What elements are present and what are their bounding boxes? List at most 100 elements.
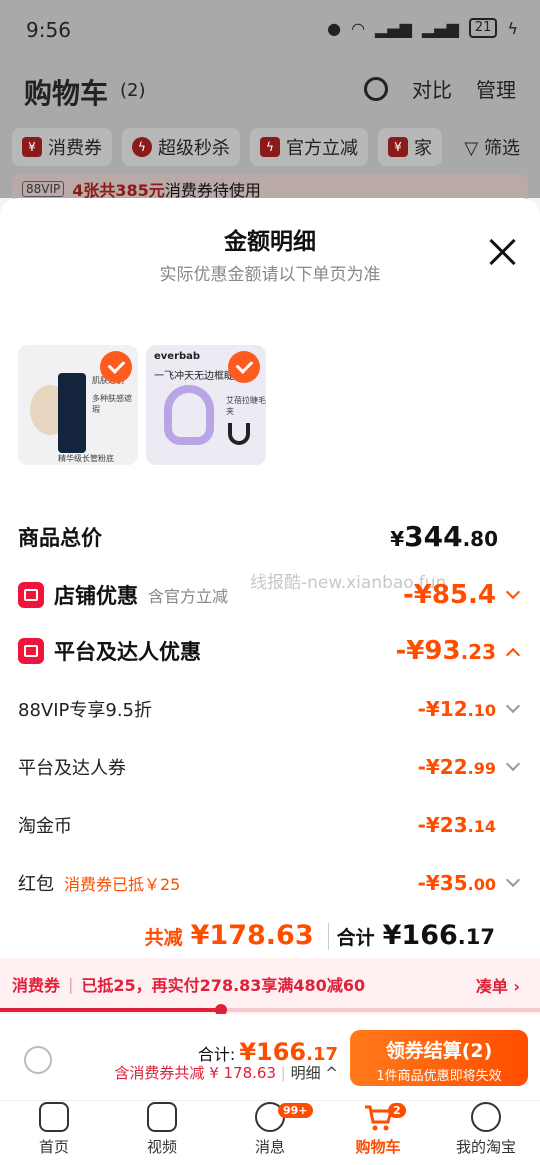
detail-value: -¥35.00 [417,871,496,895]
coupon-icon: ¥ [388,137,408,157]
battery-icon: 21 [468,18,498,38]
tab-video[interactable]: 视频 [108,1101,216,1165]
lightning-icon: ϟ [132,137,152,157]
search-icon[interactable] [364,76,388,101]
eyelash-curler-image [164,385,214,445]
close-icon[interactable] [488,238,516,266]
detail-label: 88VIP专享9.5折 [18,700,153,721]
total-goods-amount: ¥344.80 [390,520,498,553]
curler-pad-image [228,423,250,445]
platform-discount-row[interactable]: 平台及达人优惠 -¥93.23 [18,636,522,666]
product-thumb-curler[interactable]: everbab 一飞冲天无边框睫 艾蓓拉睫毛夹 [146,345,266,465]
shop-icon [18,582,44,608]
progress-fill [0,1008,222,1012]
tab-profile[interactable]: 我的淘宝 [432,1101,540,1165]
sheet-title: 金额明细 [224,229,316,255]
checkout-button[interactable]: 领券结算(2) 1件商品优惠即将失效 [350,1030,528,1086]
product-brand: everbab [154,351,201,362]
chip-coupon[interactable]: ¥ 消费券 [12,128,112,166]
chevron-down-icon[interactable] [505,584,521,600]
shop-discount-note: 含官方立减 [148,587,229,606]
tab-home[interactable]: 首页 [0,1101,108,1165]
header-actions: 对比 管理 [364,74,516,103]
coupon-progress-bar [0,1004,540,1016]
lightning-icon: ϟ [260,137,280,157]
total-reduce-value: ¥178.63 [190,920,314,951]
total-sum-label: 合计 [327,923,375,950]
total-sum-value: ¥166.17 [382,920,495,951]
cart-badge: 2 [388,1103,406,1118]
chip-flash-sale[interactable]: ϟ 超级秒杀 [122,128,240,166]
total-goods-label: 商品总价 [18,525,102,550]
product-text: 艾蓓拉睫毛夹 [226,396,266,416]
home-icon [39,1102,69,1132]
chevron-down-icon[interactable] [505,756,521,772]
filter-button[interactable]: ▽ 筛选 [464,134,520,160]
sheet-subtitle: 实际优惠金额请以下单页为准 [159,265,381,285]
filter-chips: ¥ 消费券 ϟ 超级秒杀 ϟ 官方立减 ¥ 家 [12,128,442,166]
chip-home[interactable]: ¥ 家 [378,128,442,166]
platform-discount-label: 平台及达人优惠 [54,640,201,664]
status-icons: ● ◠ ▂▄▆ ▂▄▆ 21 ϟ [327,18,518,38]
add-items-link[interactable]: 凑单 › [476,973,520,997]
amount-detail-sheet: 金额明细 实际优惠金额请以下单页为准 肌肤之钥 多种肤感遮瑕 精华级长管粉底 e… [0,198,540,958]
shop-discount-label: 店铺优惠 [54,584,138,608]
chevron-up-icon[interactable]: ^ [325,1064,338,1082]
product-thumb-foundation[interactable]: 肌肤之钥 多种肤感遮瑕 精华级长管粉底 [18,345,138,465]
product-slogan: 多种肤感遮瑕 [92,394,132,414]
shop-discount-value: -¥85.4 [402,580,496,610]
cart-count: (2) [120,80,146,101]
detail-row-coins: 淘金币 -¥23.14 [18,812,522,838]
vip-tag: 88VIP [22,181,65,197]
filter-icon: ▽ [464,138,479,159]
shop-discount-row[interactable]: 店铺优惠 含官方立减 -¥85.4 [18,580,522,610]
coupon-icon [18,638,44,664]
status-time: 9:56 [26,18,71,42]
bottom-tab-bar: 首页 视频 99+ 消息 2 购物车 我的淘宝 [0,1100,540,1165]
tab-cart[interactable]: 2 购物车 [324,1101,432,1165]
message-badge: 99+ [278,1103,313,1118]
profile-icon [471,1102,501,1132]
manage-button[interactable]: 管理 [476,74,516,103]
total-goods-row: 商品总价 ¥344.80 [18,520,522,553]
selected-check-icon[interactable] [100,351,132,383]
page-title: 购物车 [24,77,109,110]
detail-row-platform-coupon[interactable]: 平台及达人券 -¥22.99 [18,754,522,780]
tab-messages[interactable]: 99+ 消息 [216,1101,324,1165]
charging-icon: ϟ [507,18,518,38]
chevron-down-icon[interactable] [505,872,521,888]
foundation-bottle [58,373,86,453]
coupon-text: 已抵25，再实付278.83享满480减60 [81,976,366,995]
select-all-checkbox[interactable] [24,1046,52,1074]
sheet-totals: 共减 ¥178.63 合计 ¥166.17 [145,920,495,951]
checkout-sub: 含消费券共减 ¥ 178.63 | 明细 ^ [114,1064,338,1082]
product-slogan: 一飞冲天无边框睫 [154,371,234,382]
coupon-icon: ¥ [22,137,42,157]
coupon-progress-strip[interactable]: 消费券 | 已抵25，再实付278.83享满480减60 凑单 › [0,958,540,1016]
platform-discount-value: -¥93.23 [395,636,496,666]
detail-row-red-packet[interactable]: 红包 消费券已抵￥25 -¥35.00 [18,870,522,896]
detail-link[interactable]: 明细 [291,1064,321,1082]
wifi-icon: ◠ [351,18,366,38]
signal-icon: ▂▄▆ [375,18,412,38]
chip-official-discount[interactable]: ϟ 官方立减 [250,128,368,166]
detail-label: 淘金币 [18,816,72,837]
chevron-up-icon[interactable] [505,647,521,663]
selected-check-icon[interactable] [228,351,260,383]
location-icon: ● [327,18,342,38]
detail-value: -¥22.99 [417,755,496,779]
chevron-down-icon[interactable] [505,698,521,714]
detail-value: -¥23.14 [417,813,496,837]
signal-icon-2: ▂▄▆ [421,18,459,38]
compare-button[interactable]: 对比 [412,74,452,103]
status-bar: 9:56 ● ◠ ▂▄▆ ▂▄▆ 21 ϟ [0,0,540,62]
total-reduce-label: 共减 [144,927,183,949]
detail-row-vip[interactable]: 88VIP专享9.5折 -¥12.10 [18,696,522,722]
detail-value: -¥12.10 [417,697,496,721]
detail-note: 消费券已抵￥25 [64,875,181,894]
detail-label: 平台及达人券 [18,758,126,779]
product-text: 精华级长管粉底 [58,454,114,463]
coupon-label: 消费券 [12,976,61,995]
detail-label: 红包 [18,874,54,895]
video-icon [147,1102,177,1132]
